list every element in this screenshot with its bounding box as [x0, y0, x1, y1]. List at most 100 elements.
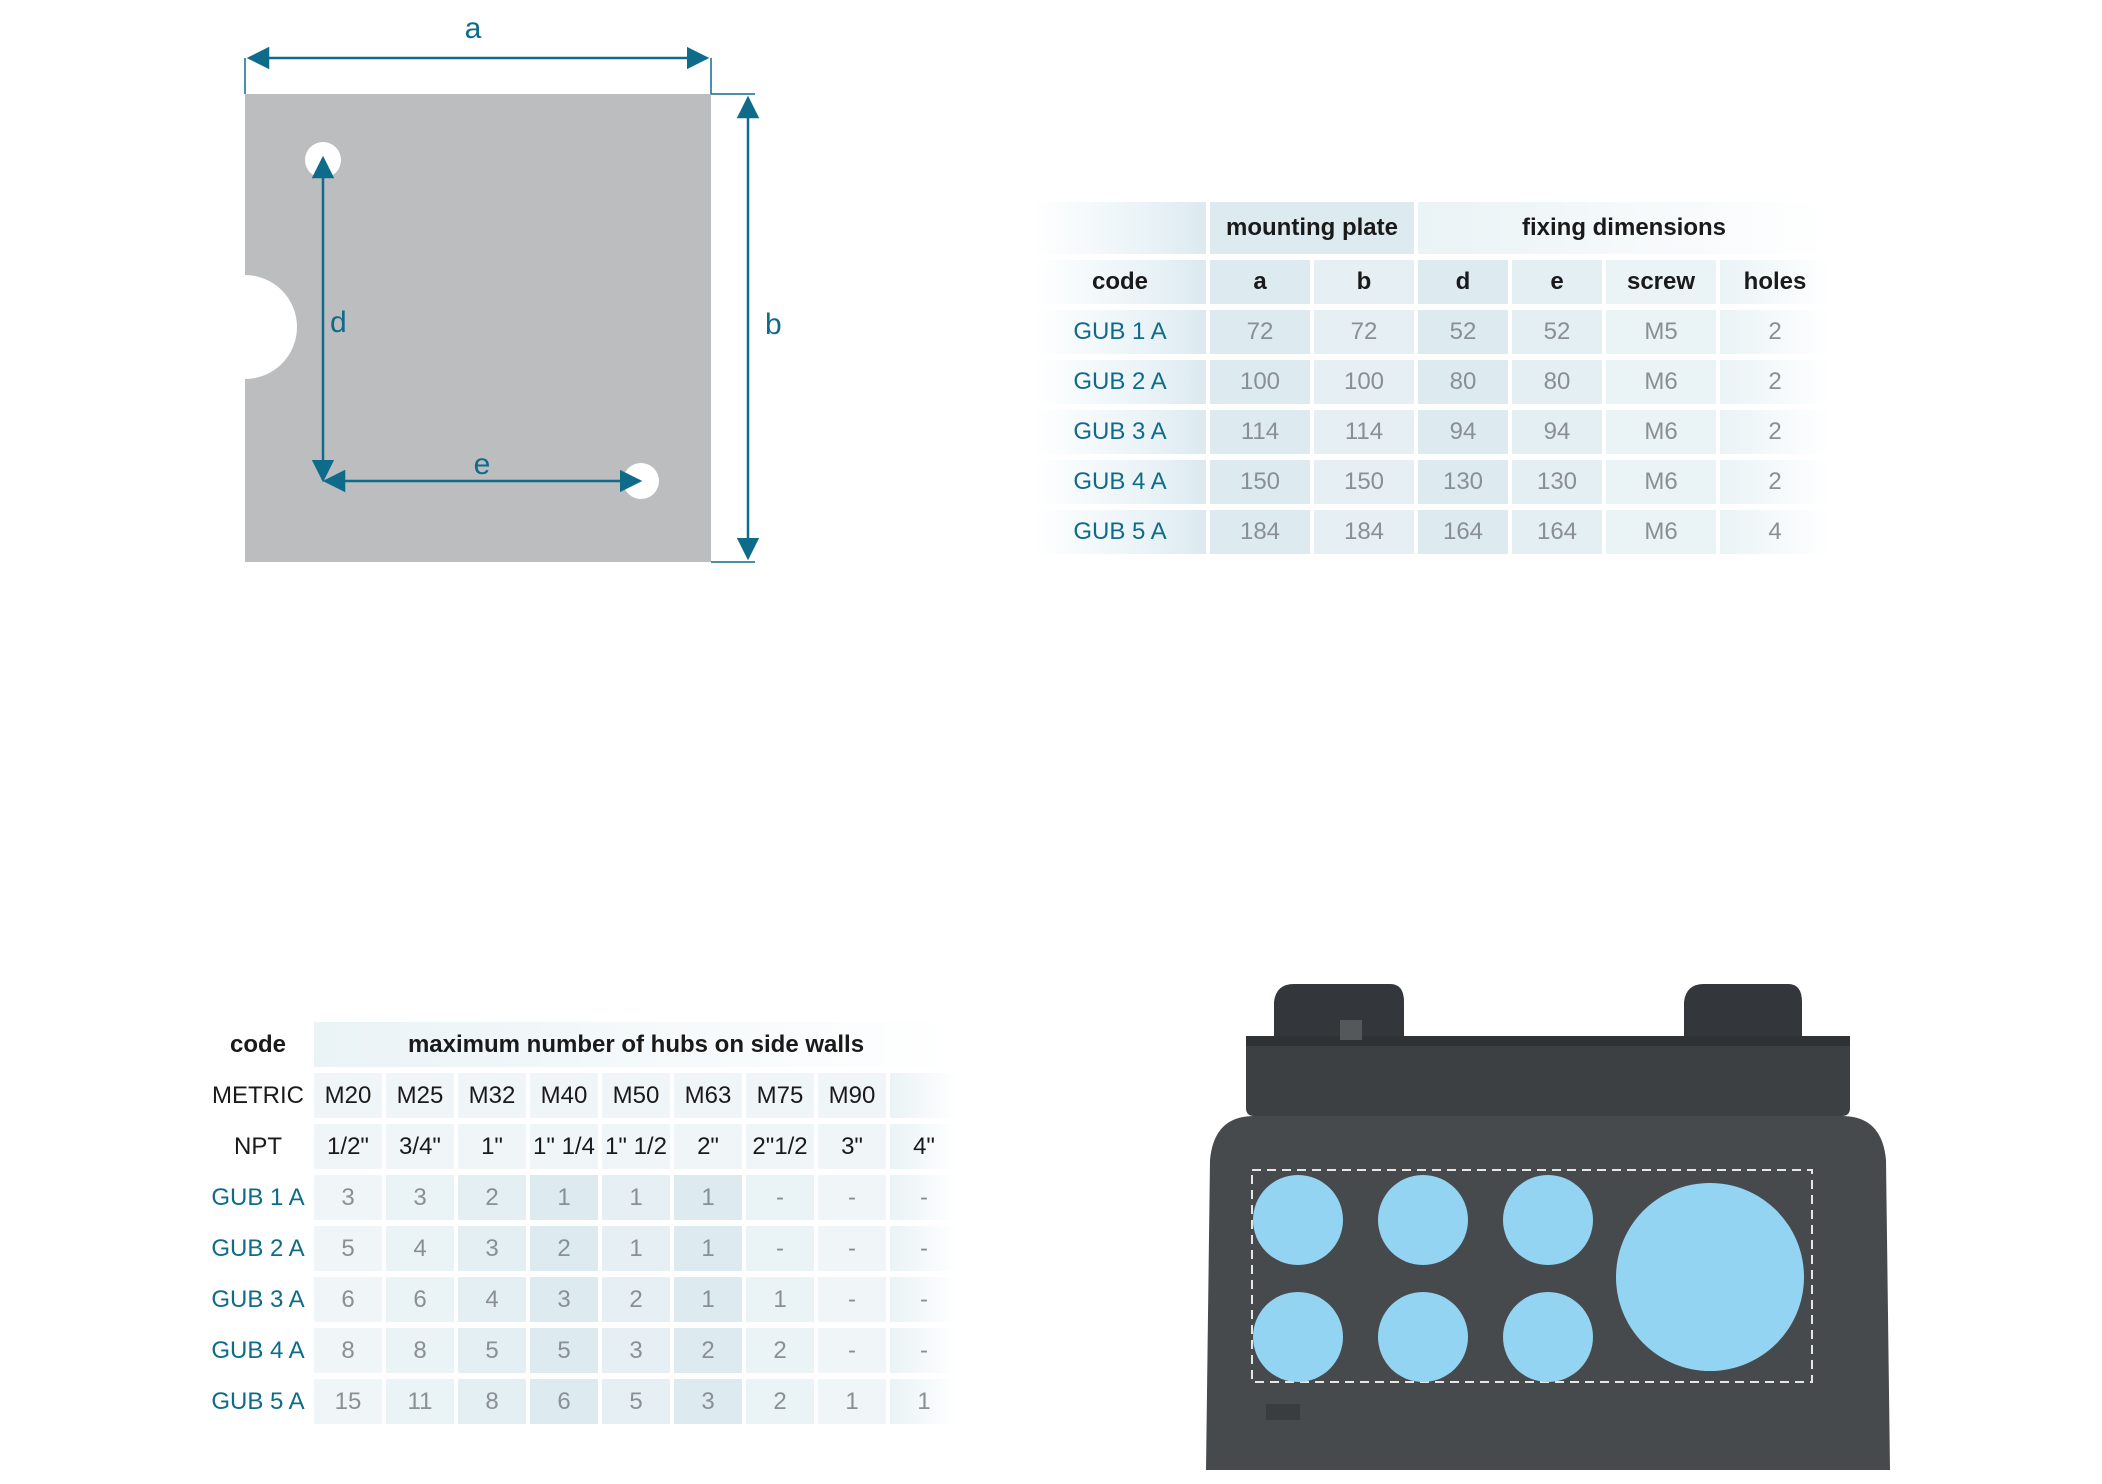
metric-size: M75	[746, 1073, 814, 1118]
npt-size: 1" 1/2	[602, 1124, 670, 1169]
metric-label: METRIC	[212, 1081, 304, 1109]
table-row: GUB 1 A 3 3 2 1 1 1 - - -	[206, 1175, 958, 1220]
hub-count: 1	[674, 1226, 742, 1271]
hub-count: 2	[602, 1277, 670, 1322]
enclosure-lid	[1246, 1040, 1850, 1116]
hub-count: -	[746, 1226, 814, 1271]
hub-count: 5	[602, 1379, 670, 1424]
hub-count: 4	[386, 1226, 454, 1271]
cell-d: 52	[1418, 310, 1508, 354]
metric-size: M25	[386, 1073, 454, 1118]
hub-count: 2	[674, 1328, 742, 1373]
column-header-d: d	[1418, 260, 1508, 304]
column-header-screw: screw	[1606, 260, 1716, 304]
hub-count: -	[890, 1277, 958, 1322]
enclosure-latch	[1266, 1404, 1300, 1420]
hubs-header-row: code maximum number of hubs on side wall…	[206, 1022, 958, 1067]
hub-count: -	[818, 1175, 886, 1220]
hubs-title: maximum number of hubs on side walls	[314, 1022, 958, 1067]
hub-count: -	[890, 1328, 958, 1373]
hub-count: -	[746, 1175, 814, 1220]
table-row: GUB 5 A 184 184 164 164 M6 4	[1034, 510, 1830, 554]
table-row: GUB 1 A 72 72 52 52 M5 2	[1034, 310, 1830, 354]
hub-count: 3	[458, 1226, 526, 1271]
fixing-dimensions-table: mounting plate fixing dimensions code a …	[1030, 196, 1834, 560]
hub-knockout	[1253, 1175, 1343, 1265]
row-code: GUB 5 A	[211, 1387, 305, 1415]
cell-a: 184	[1210, 510, 1310, 554]
hub-count: 1	[890, 1379, 958, 1424]
table-row: GUB 2 A 5 4 3 2 1 1 - - -	[206, 1226, 958, 1271]
hub-count: -	[890, 1226, 958, 1271]
hubs-code-header: code	[229, 1030, 286, 1058]
hub-count: 11	[386, 1379, 454, 1424]
metric-size	[890, 1073, 958, 1118]
cell-e: 94	[1512, 410, 1602, 454]
hub-count: 2	[746, 1328, 814, 1373]
hub-count: 3	[386, 1175, 454, 1220]
hub-count: -	[818, 1226, 886, 1271]
hub-count: 5	[314, 1226, 382, 1271]
row-code: GUB 1 A	[211, 1183, 305, 1211]
metric-size: M63	[674, 1073, 742, 1118]
row-code: GUB 2 A	[1034, 360, 1206, 404]
hub-count: 1	[818, 1379, 886, 1424]
hub-count: 6	[314, 1277, 382, 1322]
side-cutout	[193, 275, 297, 379]
dimension-a-label: a	[465, 12, 482, 45]
hub-count: 1	[530, 1175, 598, 1220]
hub-count: 1	[602, 1175, 670, 1220]
npt-size: 4"	[890, 1124, 958, 1169]
enclosure-side-view	[1206, 984, 1890, 1470]
mounting-plate-drawing: a b d e	[193, 12, 782, 563]
lid-bolt	[1340, 1020, 1362, 1040]
metric-size: M50	[602, 1073, 670, 1118]
row-code: GUB 4 A	[1034, 460, 1206, 504]
hub-knockout	[1378, 1292, 1468, 1382]
metric-size: M40	[530, 1073, 598, 1118]
cell-b: 114	[1314, 410, 1414, 454]
cell-a: 100	[1210, 360, 1310, 404]
cell-e: 164	[1512, 510, 1602, 554]
cell-d: 94	[1418, 410, 1508, 454]
hubs-table: code maximum number of hubs on side wall…	[202, 1016, 962, 1430]
dimension-e-label: e	[474, 448, 491, 481]
hub-count: 2	[530, 1226, 598, 1271]
cell-a: 114	[1210, 410, 1310, 454]
hub-count: 1	[602, 1226, 670, 1271]
table-row: GUB 3 A 6 6 4 3 2 1 1 - -	[206, 1277, 958, 1322]
cell-b: 100	[1314, 360, 1414, 404]
hub-count: 3	[602, 1328, 670, 1373]
table-row: GUB 5 A 15 11 8 6 5 3 2 1 1	[206, 1379, 958, 1424]
group-header-fixing-dimensions: fixing dimensions	[1418, 202, 1830, 254]
hub-count: 8	[314, 1328, 382, 1373]
hub-count: 8	[458, 1379, 526, 1424]
hub-count: 2	[458, 1175, 526, 1220]
cell-screw: M6	[1606, 510, 1716, 554]
column-header-a: a	[1210, 260, 1310, 304]
column-header-b: b	[1314, 260, 1414, 304]
hub-count: -	[818, 1328, 886, 1373]
cell-holes: 2	[1720, 360, 1830, 404]
npt-label: NPT	[234, 1132, 282, 1160]
table-row: GUB 4 A 8 8 5 5 3 2 2 - -	[206, 1328, 958, 1373]
row-code: GUB 5 A	[1034, 510, 1206, 554]
metric-size: M20	[314, 1073, 382, 1118]
cell-a: 150	[1210, 460, 1310, 504]
hub-count: 3	[674, 1379, 742, 1424]
cell-d: 130	[1418, 460, 1508, 504]
hubs-npt-row: NPT 1/2" 3/4" 1" 1" 1/4 1" 1/2 2" 2"1/2 …	[206, 1124, 958, 1169]
cell-holes: 2	[1720, 410, 1830, 454]
metric-size: M32	[458, 1073, 526, 1118]
dimension-d-label: d	[330, 306, 347, 339]
cell-screw: M6	[1606, 360, 1716, 404]
hub-knockout	[1503, 1175, 1593, 1265]
hub-count: -	[818, 1277, 886, 1322]
cell-e: 52	[1512, 310, 1602, 354]
table-row: GUB 3 A 114 114 94 94 M6 2	[1034, 410, 1830, 454]
cell-b: 150	[1314, 460, 1414, 504]
cell-b: 72	[1314, 310, 1414, 354]
npt-size: 3/4"	[386, 1124, 454, 1169]
cell-holes: 2	[1720, 460, 1830, 504]
row-code: GUB 1 A	[1034, 310, 1206, 354]
